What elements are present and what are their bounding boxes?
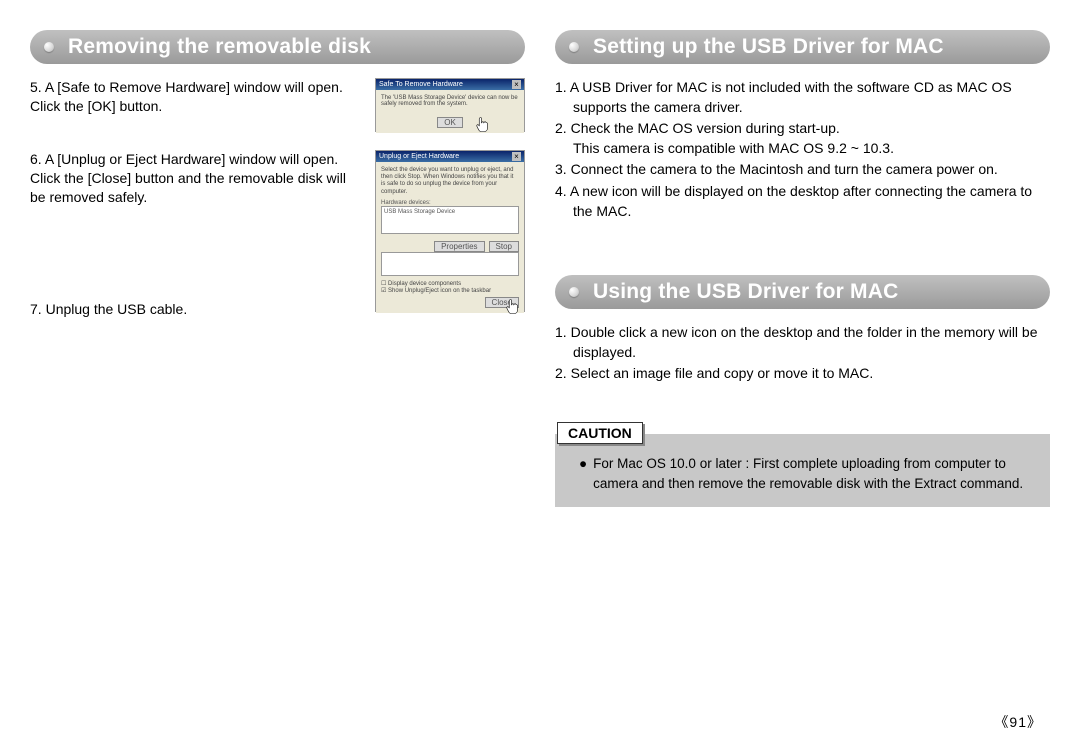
setup-mac-list: 1. A USB Driver for MAC is not included … xyxy=(555,78,1050,221)
step-number: 5. xyxy=(30,79,42,95)
heading-text: Using the USB Driver for MAC xyxy=(593,280,898,304)
heading-text: Removing the removable disk xyxy=(68,35,371,59)
left-column: Removing the removable disk 5. A [Safe t… xyxy=(30,30,525,507)
list-item-sub: This camera is compatible with MAC OS 9.… xyxy=(573,140,894,156)
list-item: 3. Connect the camera to the Macintosh a… xyxy=(555,160,1050,180)
step-number: 7. xyxy=(30,301,42,317)
bullet-icon: ● xyxy=(579,454,593,493)
close-icon: × xyxy=(512,152,521,161)
checkbox-show-icon: ☑ Show Unplug/Eject icon on the taskbar xyxy=(381,287,519,294)
list-item: 1. Double click a new icon on the deskto… xyxy=(555,323,1050,362)
step-6-row: 6. A [Unplug or Eject Hardware] window w… xyxy=(30,150,525,312)
ok-button: OK xyxy=(437,117,463,128)
properties-button: Properties xyxy=(434,241,484,252)
list-item: 2. Check the MAC OS version during start… xyxy=(555,119,1050,158)
list-item: 4. A new icon will be displayed on the d… xyxy=(555,182,1050,221)
close-button: Close xyxy=(485,297,519,308)
heading-bullet-icon xyxy=(569,42,579,52)
caution-label: CAUTION xyxy=(557,422,643,444)
heading-using-mac: Using the USB Driver for MAC xyxy=(555,275,1050,309)
page-columns: Removing the removable disk 5. A [Safe t… xyxy=(30,30,1050,507)
dialog-titlebar: Unplug or Eject Hardware × xyxy=(376,151,524,162)
heading-bullet-icon xyxy=(569,287,579,297)
heading-text: Setting up the USB Driver for MAC xyxy=(593,35,944,59)
dialog-description: Select the device you want to unplug or … xyxy=(381,167,519,196)
dialog-title: Unplug or Eject Hardware xyxy=(379,153,459,160)
components-box xyxy=(381,252,519,276)
list-item: 1. A USB Driver for MAC is not included … xyxy=(555,78,1050,117)
step-5-row: 5. A [Safe to Remove Hardware] window wi… xyxy=(30,78,525,132)
right-column: Setting up the USB Driver for MAC 1. A U… xyxy=(555,30,1050,507)
heading-setup-mac: Setting up the USB Driver for MAC xyxy=(555,30,1050,64)
step-number: 6. xyxy=(30,151,42,167)
heading-bullet-icon xyxy=(44,42,54,52)
step-body: Unplug the USB cable. xyxy=(46,301,188,317)
device-item: USB Mass Storage Device xyxy=(384,209,455,215)
device-list: USB Mass Storage Device xyxy=(381,206,519,234)
step-body: A [Unplug or Eject Hardware] window will… xyxy=(30,151,346,205)
stop-button: Stop xyxy=(489,241,519,252)
close-icon: × xyxy=(512,80,521,89)
caution-text: For Mac OS 10.0 or later : First complet… xyxy=(593,454,1032,493)
dialog-title: Safe To Remove Hardware xyxy=(379,81,463,88)
cursor-hand-icon xyxy=(475,116,491,134)
step-body: A [Safe to Remove Hardware] window will … xyxy=(30,79,343,114)
checkbox-display-components: ☐ Display device components xyxy=(381,280,519,287)
caution-body: ● For Mac OS 10.0 or later : First compl… xyxy=(555,434,1050,507)
using-mac-list: 1. Double click a new icon on the deskto… xyxy=(555,323,1050,384)
step-6-text: 6. A [Unplug or Eject Hardware] window w… xyxy=(30,150,375,207)
list-item: 2. Select an image file and copy or move… xyxy=(555,364,1050,384)
page-number: 《91》 xyxy=(994,712,1042,732)
step-5-text: 5. A [Safe to Remove Hardware] window wi… xyxy=(30,78,375,116)
heading-removing-disk: Removing the removable disk xyxy=(30,30,525,64)
screenshot-safe-remove: Safe To Remove Hardware × The 'USB Mass … xyxy=(375,78,525,132)
screenshot-unplug-eject: Unplug or Eject Hardware × Select the de… xyxy=(375,150,525,312)
caution-block: CAUTION ● For Mac OS 10.0 or later : Fir… xyxy=(555,412,1050,507)
dialog-titlebar: Safe To Remove Hardware × xyxy=(376,79,524,90)
dialog-message: The 'USB Mass Storage Device' device can… xyxy=(381,95,519,117)
